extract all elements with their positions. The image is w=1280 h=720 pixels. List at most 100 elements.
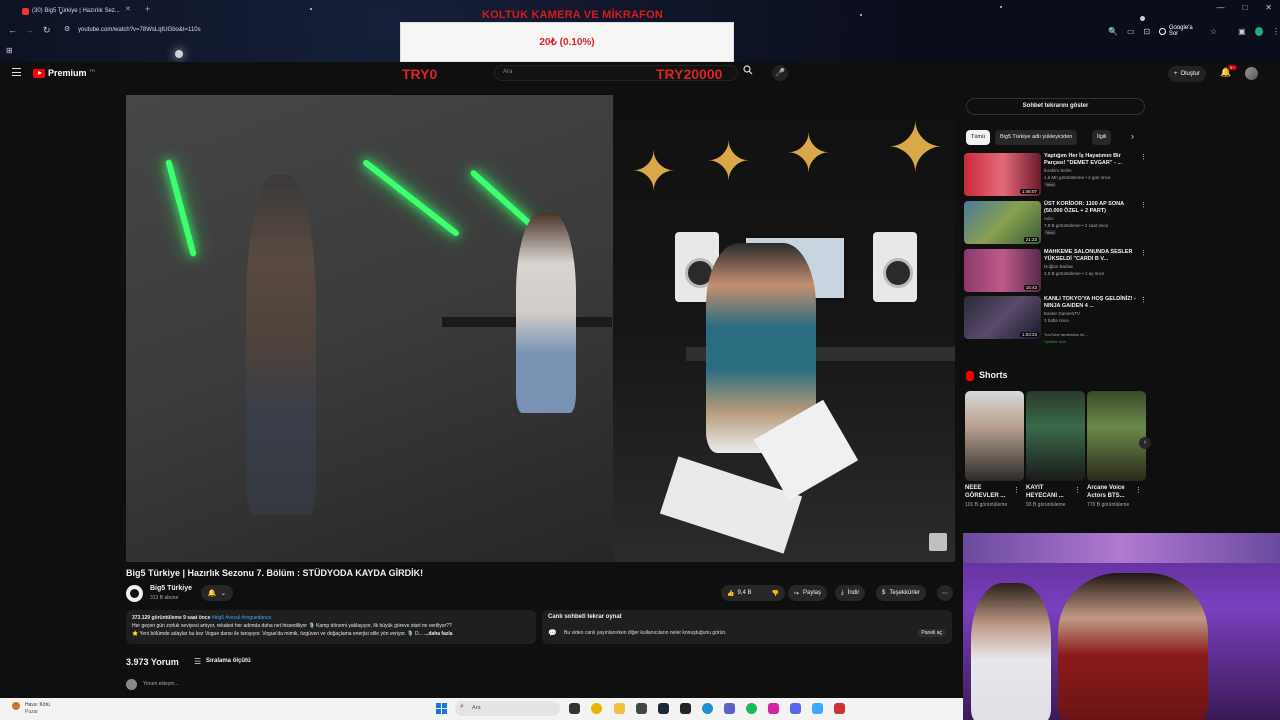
shorts-next-button[interactable]: › — [1139, 437, 1151, 449]
user-avatar[interactable] — [1245, 67, 1258, 80]
youtube-premium-logo[interactable]: Premium TR — [33, 68, 95, 78]
tab-close-icon[interactable]: ✕ — [125, 5, 131, 13]
video-thumbnail[interactable]: 15:43 — [964, 249, 1041, 292]
chip-related[interactable]: İlgili — [1092, 130, 1112, 145]
file-explorer-icon[interactable] — [614, 703, 625, 714]
store-icon[interactable] — [636, 703, 647, 714]
recommendation-item[interactable]: 21:23 ÜST KORİDOR: 1100 AP SONA (50.000 … — [964, 201, 1147, 245]
video-player[interactable]: ✦ ✦ ✦ ✦ — [126, 95, 955, 562]
hamburger-menu-icon[interactable] — [12, 68, 21, 76]
video-thumbnail[interactable]: 1:03:23 — [964, 296, 1041, 339]
subscription-bell-button[interactable]: 🔔 ⌄ — [201, 585, 233, 601]
discord-icon[interactable] — [790, 703, 801, 714]
more-vertical-icon[interactable]: ⋮ — [1135, 486, 1142, 494]
google-ask-button[interactable]: Google'a Sor — [1159, 25, 1201, 37]
recommendation-title[interactable]: MAHKEME SALONUNDA SESLER YÜKSELDİ "CARDI… — [1044, 249, 1136, 263]
address-bar[interactable]: youtube.com/watch?v=78WsLqtUGbo&t=110s — [78, 27, 201, 33]
add-comment-input[interactable]: Yorum ekleyin... — [143, 681, 178, 687]
recommendation-title[interactable]: ÜST KORİDOR: 1100 AP SONA (50.000 ÖZEL +… — [1044, 201, 1136, 215]
app-icon[interactable] — [812, 703, 823, 714]
more-vertical-icon[interactable]: ⋮ — [1074, 486, 1081, 494]
apps-grid-icon[interactable]: ⊞ — [6, 46, 13, 55]
download-button[interactable]: ⤓ İndir — [835, 585, 866, 601]
zoom-icon[interactable]: 🔍 — [1108, 27, 1118, 36]
cast-icon[interactable]: ▭ — [1127, 27, 1135, 36]
more-actions-button[interactable]: ⋯ — [937, 585, 953, 601]
sort-icon[interactable]: ☰ — [194, 657, 201, 666]
extension-icon[interactable]: ▣ — [1238, 27, 1246, 36]
short-thumbnail[interactable] — [965, 391, 1024, 481]
teams-icon[interactable] — [724, 703, 735, 714]
recommendation-channel[interactable]: Adro — [1044, 216, 1054, 221]
short-thumbnail[interactable] — [1087, 391, 1146, 481]
bookmark-star-icon[interactable]: ☆ — [1210, 27, 1217, 36]
share-button[interactable]: ↪ Paylaş — [788, 585, 828, 601]
description-meta: 373.129 görüntüleme 9 saat önce — [132, 615, 211, 621]
minimize-icon[interactable]: — — [1216, 3, 1224, 12]
short-thumbnail[interactable] — [1026, 391, 1085, 481]
reload-icon[interactable]: ↻ — [43, 25, 51, 36]
channel-avatar[interactable] — [126, 585, 143, 602]
recommendation-item[interactable]: 15:43 MAHKEME SALONUNDA SESLER YÜKSELDİ … — [964, 249, 1147, 293]
weather-status[interactable]: Hava: Kötü — [25, 702, 50, 708]
close-window-icon[interactable]: ✕ — [1265, 3, 1272, 12]
open-panel-button[interactable]: Paneli aç — [917, 629, 946, 637]
video-thumbnail[interactable]: 1:46:07 — [964, 153, 1041, 196]
show-more-link[interactable]: ...daha fazla — [424, 631, 452, 637]
forward-icon[interactable]: → — [25, 25, 34, 35]
obs-icon[interactable] — [834, 703, 845, 714]
more-vertical-icon[interactable]: ⋮ — [1140, 249, 1147, 257]
more-vertical-icon[interactable]: ⋮ — [1140, 296, 1147, 304]
more-vertical-icon[interactable]: ⋮ — [1140, 201, 1147, 209]
chip-uploader[interactable]: Big5 Türkiye adlı yükleyiciden — [995, 130, 1078, 145]
short-title[interactable]: NEEE GÖREVLER ... — [965, 484, 1015, 500]
more-vertical-icon[interactable]: ⋮ — [1013, 486, 1020, 494]
recommendation-channel[interactable]: İbrahim Selim — [1044, 168, 1072, 173]
recommendation-channel[interactable]: Doğlan Barlası — [1044, 264, 1074, 269]
create-button[interactable]: + Oluştur — [1168, 66, 1206, 82]
steam-icon[interactable] — [658, 703, 669, 714]
show-chat-replay-button[interactable]: Sohbet tekrarını göster — [966, 98, 1145, 115]
profile-icon[interactable] — [1254, 26, 1263, 36]
description-box[interactable]: 373.129 görüntüleme 9 saat önce #big5 #v… — [126, 610, 536, 644]
recommendation-title[interactable]: KANLI TOKYO'YA HOŞ GELDİNİZ! - NINJA GAI… — [1044, 296, 1136, 310]
recommendation-channel[interactable]: Easter GamersTV — [1044, 311, 1080, 316]
taskbar-search-input[interactable]: ⌕ Ara — [455, 701, 560, 716]
browser-tab[interactable]: (30) Big5 Türkiye | Hazırlık Sez... — [22, 3, 142, 19]
thanks-button[interactable]: $ Teşekkürler — [876, 585, 927, 601]
recommendation-item[interactable]: 1:03:23 KANLI TOKYO'YA HOŞ GELDİNİZ! - N… — [964, 296, 1147, 344]
channel-name[interactable]: Big5 Türkiye — [150, 585, 192, 592]
dislike-button[interactable]: 👎 — [772, 590, 779, 597]
edge-icon[interactable] — [702, 703, 713, 714]
app-icon[interactable] — [680, 703, 691, 714]
back-icon[interactable]: ← — [8, 25, 17, 35]
weather-icon[interactable] — [12, 702, 20, 710]
recommendation-title[interactable]: Yaptığım Her İş Hayatımın Bir Parçası! "… — [1044, 153, 1136, 167]
more-vertical-icon[interactable]: ⋮ — [1140, 153, 1147, 161]
recommendation-item[interactable]: 1:46:07 Yaptığım Her İş Hayatımın Bir Pa… — [964, 153, 1147, 197]
voice-search-button[interactable]: 🎤 — [772, 65, 788, 81]
description-hashtags[interactable]: #big5 #vocal #voguedance — [212, 615, 272, 621]
site-info-icon[interactable]: ⚙ — [64, 25, 70, 33]
instagram-icon[interactable] — [768, 703, 779, 714]
windows-start-icon[interactable] — [436, 703, 447, 714]
short-title[interactable]: KAYIT HEYECANI ... — [1026, 484, 1076, 500]
chrome-icon[interactable] — [591, 703, 602, 714]
task-view-icon[interactable] — [569, 703, 580, 714]
like-button[interactable]: 👍 9,4 B — [727, 590, 752, 597]
video-thumbnail[interactable]: 21:23 — [964, 201, 1041, 244]
browser-menu-icon[interactable]: ⋮ — [1272, 27, 1280, 36]
youtube-header: Premium TR TRY0 Ara TRY20000 🎤 + Oluştur… — [0, 62, 1280, 86]
spotify-icon[interactable] — [746, 703, 757, 714]
chip-all[interactable]: Tümü — [966, 130, 991, 145]
maximize-icon[interactable]: □ — [1242, 3, 1247, 12]
background-star — [1140, 16, 1145, 21]
miniplayer-icon[interactable] — [929, 533, 947, 551]
search-button[interactable] — [740, 65, 756, 81]
sort-button-label[interactable]: Sıralama ölçütü — [206, 658, 251, 664]
new-tab-icon[interactable]: + — [145, 4, 150, 14]
chevron-right-icon[interactable]: › — [1131, 131, 1134, 141]
short-title[interactable]: Arcane Voice Actors BTS... — [1087, 484, 1137, 500]
install-icon[interactable]: ⊡ — [1144, 27, 1151, 36]
donation-progress-box: 20₺ (0.10%) — [400, 22, 734, 62]
